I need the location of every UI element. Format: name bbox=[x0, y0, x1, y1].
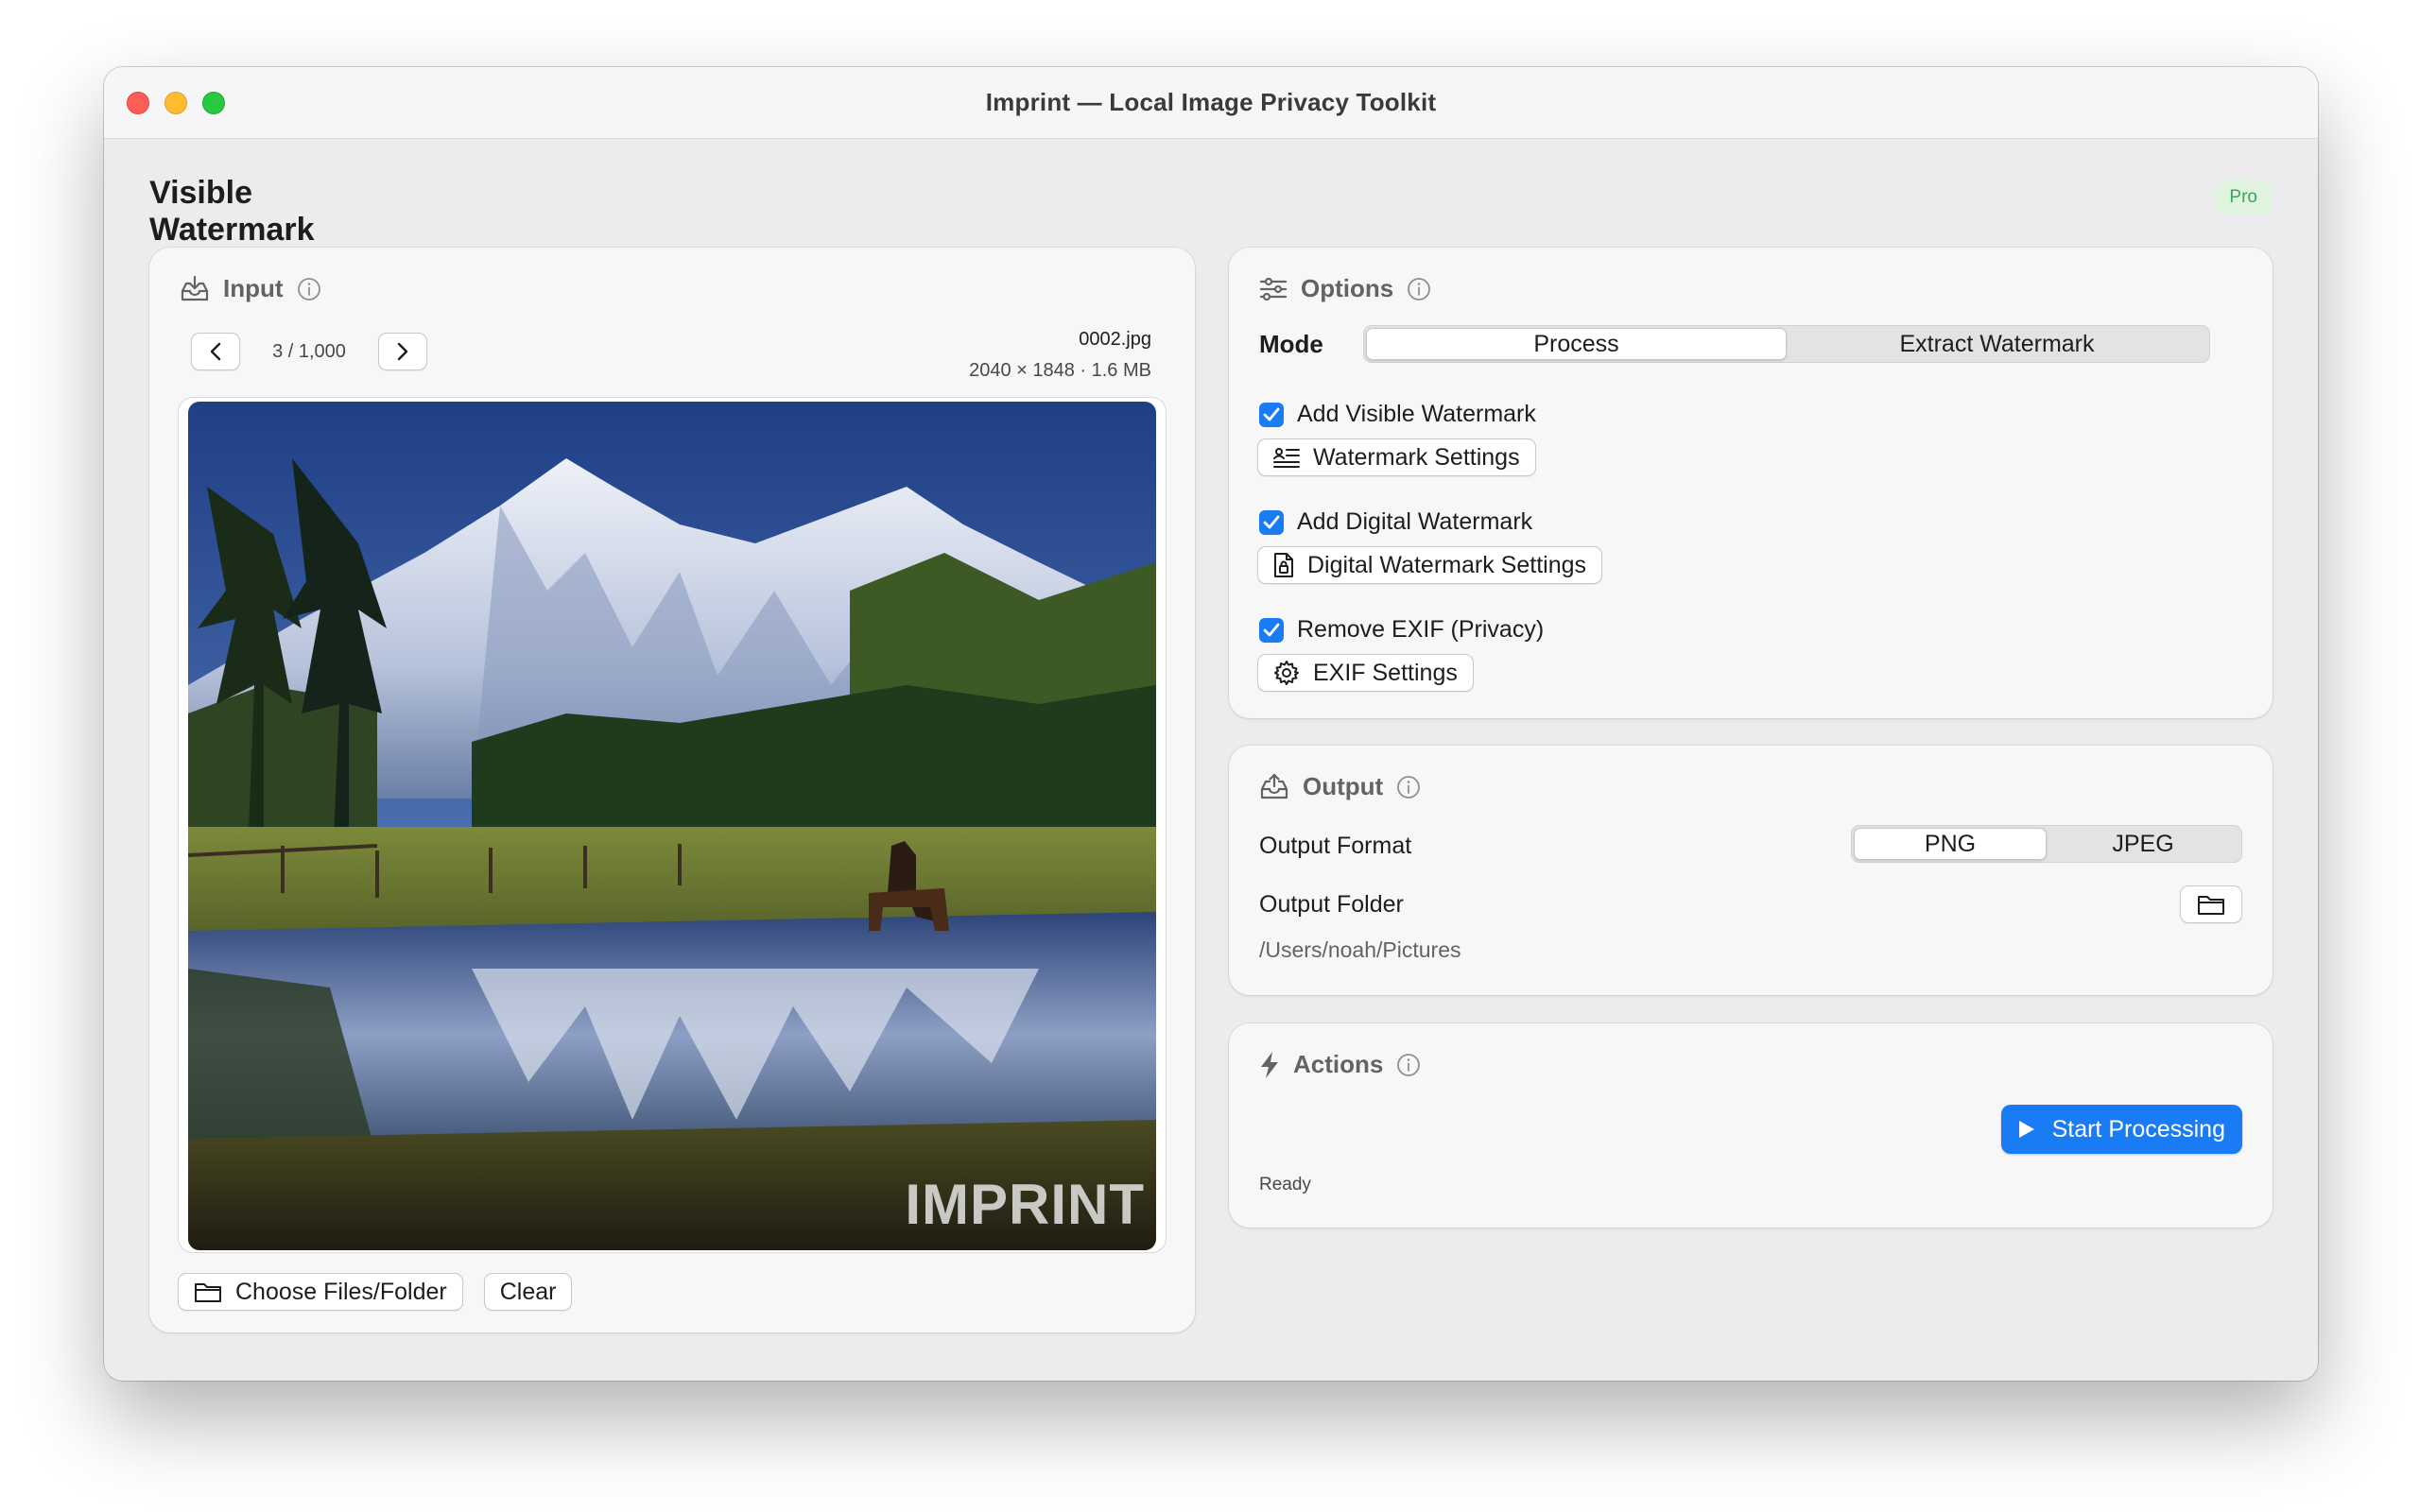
previous-image-button[interactable] bbox=[191, 333, 240, 370]
input-card-header: Input bbox=[180, 274, 321, 303]
mode-segmented-control: Process Extract Watermark bbox=[1363, 325, 2210, 363]
window-controls bbox=[127, 92, 225, 114]
image-preview: IMPRINT bbox=[178, 397, 1167, 1253]
page-indicator: 3 / 1,000 bbox=[272, 340, 346, 362]
next-image-button[interactable] bbox=[378, 333, 427, 370]
visible-watermark-overlay: IMPRINT bbox=[905, 1173, 1145, 1236]
format-jpeg-segment[interactable]: JPEG bbox=[2047, 828, 2239, 860]
format-png-segment[interactable]: PNG bbox=[1854, 828, 2047, 860]
mode-extract-segment[interactable]: Extract Watermark bbox=[1787, 328, 2207, 360]
file-metadata: 0002.jpg 2040 × 1848 · 1.6 MB bbox=[969, 329, 1151, 382]
gear-icon bbox=[1273, 660, 1300, 686]
digital-watermark-settings-label: Digital Watermark Settings bbox=[1307, 551, 1586, 578]
chevron-right-icon bbox=[396, 341, 409, 362]
choose-files-button[interactable]: Choose Files/Folder bbox=[178, 1273, 463, 1311]
chevron-left-icon bbox=[209, 341, 222, 362]
folder-icon bbox=[2197, 893, 2225, 916]
input-buttons: Choose Files/Folder Clear bbox=[178, 1273, 573, 1311]
folder-icon bbox=[194, 1280, 222, 1303]
digital-watermark-label: Add Digital Watermark bbox=[1297, 508, 1533, 535]
main-content: Visible Watermark · Digital Watermark · … bbox=[104, 139, 2318, 1381]
digital-watermark-toggle[interactable]: Add Digital Watermark bbox=[1259, 508, 1532, 536]
landscape-photo bbox=[188, 402, 1156, 1250]
output-card: Output Output Format PNG JPEG Output Fol… bbox=[1229, 746, 2273, 995]
checkbox-checked[interactable] bbox=[1259, 402, 1284, 427]
start-processing-button[interactable]: Start Processing bbox=[2000, 1105, 2242, 1154]
visible-watermark-toggle[interactable]: Add Visible Watermark bbox=[1259, 401, 1536, 428]
output-folder-label: Output Folder bbox=[1259, 891, 1404, 918]
clear-label: Clear bbox=[499, 1278, 557, 1305]
bolt-icon bbox=[1259, 1051, 1280, 1079]
actions-card: Actions Start Processing Ready bbox=[1229, 1023, 2273, 1228]
image-pager: 3 / 1,000 bbox=[191, 333, 427, 370]
maximize-window-button[interactable] bbox=[202, 92, 225, 114]
exif-settings-label: EXIF Settings bbox=[1313, 659, 1458, 686]
exif-settings-button[interactable]: EXIF Settings bbox=[1257, 654, 1474, 692]
actions-card-header: Actions bbox=[1259, 1050, 1421, 1079]
info-icon[interactable] bbox=[297, 277, 321, 301]
output-card-header: Output bbox=[1259, 772, 1421, 801]
start-processing-label: Start Processing bbox=[2051, 1115, 2225, 1143]
options-card: Options Mode Process Extract Watermark A… bbox=[1229, 248, 2273, 718]
watermark-settings-label: Watermark Settings bbox=[1313, 443, 1520, 471]
visible-watermark-label: Add Visible Watermark bbox=[1297, 401, 1536, 427]
remove-exif-toggle[interactable]: Remove EXIF (Privacy) bbox=[1259, 616, 1544, 644]
close-window-button[interactable] bbox=[127, 92, 149, 114]
info-icon[interactable] bbox=[1396, 775, 1421, 799]
digital-watermark-settings-button[interactable]: Digital Watermark Settings bbox=[1257, 546, 1602, 584]
watermark-settings-button[interactable]: Watermark Settings bbox=[1257, 438, 1536, 476]
choose-files-label: Choose Files/Folder bbox=[235, 1278, 447, 1305]
actions-card-title: Actions bbox=[1293, 1050, 1384, 1078]
choose-output-folder-button[interactable] bbox=[2180, 885, 2242, 923]
remove-exif-label: Remove EXIF (Privacy) bbox=[1297, 616, 1545, 643]
mode-label: Mode bbox=[1259, 329, 1323, 358]
info-icon[interactable] bbox=[1396, 1053, 1421, 1077]
output-card-title: Output bbox=[1303, 772, 1384, 800]
app-window: Imprint — Local Image Privacy Toolkit Vi… bbox=[104, 67, 2318, 1381]
window-title: Imprint — Local Image Privacy Toolkit bbox=[985, 88, 1437, 116]
status-text: Ready bbox=[1259, 1175, 1311, 1194]
input-card-title: Input bbox=[223, 274, 284, 302]
output-format-segmented-control: PNG JPEG bbox=[1851, 825, 2242, 863]
options-card-title: Options bbox=[1301, 274, 1394, 302]
info-icon[interactable] bbox=[1407, 277, 1431, 301]
output-folder-path: /Users/noah/Pictures bbox=[1259, 937, 1461, 962]
file-dimensions: 2040 × 1848 · 1.6 MB bbox=[969, 360, 1151, 381]
tray-upload-icon bbox=[1259, 773, 1289, 801]
mode-process-segment[interactable]: Process bbox=[1366, 328, 1787, 360]
play-icon bbox=[2018, 1120, 2035, 1139]
mode-row: Mode Process Extract Watermark bbox=[1259, 325, 2210, 363]
file-name: 0002.jpg bbox=[1079, 329, 1151, 350]
checkbox-checked[interactable] bbox=[1259, 617, 1284, 643]
pro-badge[interactable]: Pro bbox=[2214, 180, 2273, 215]
document-lock-icon bbox=[1273, 552, 1294, 578]
checkbox-checked[interactable] bbox=[1259, 509, 1284, 535]
options-card-header: Options bbox=[1259, 274, 1431, 303]
output-format-label: Output Format bbox=[1259, 833, 1412, 859]
minimize-window-button[interactable] bbox=[164, 92, 187, 114]
text-person-icon bbox=[1273, 446, 1300, 469]
sliders-icon bbox=[1259, 277, 1288, 301]
input-card: Input 3 / 1,000 0002.jpg 2040 × 1848 · 1… bbox=[149, 248, 1195, 1332]
title-bar: Imprint — Local Image Privacy Toolkit bbox=[104, 67, 2318, 139]
clear-button[interactable]: Clear bbox=[483, 1273, 573, 1311]
tray-download-icon bbox=[180, 275, 210, 303]
